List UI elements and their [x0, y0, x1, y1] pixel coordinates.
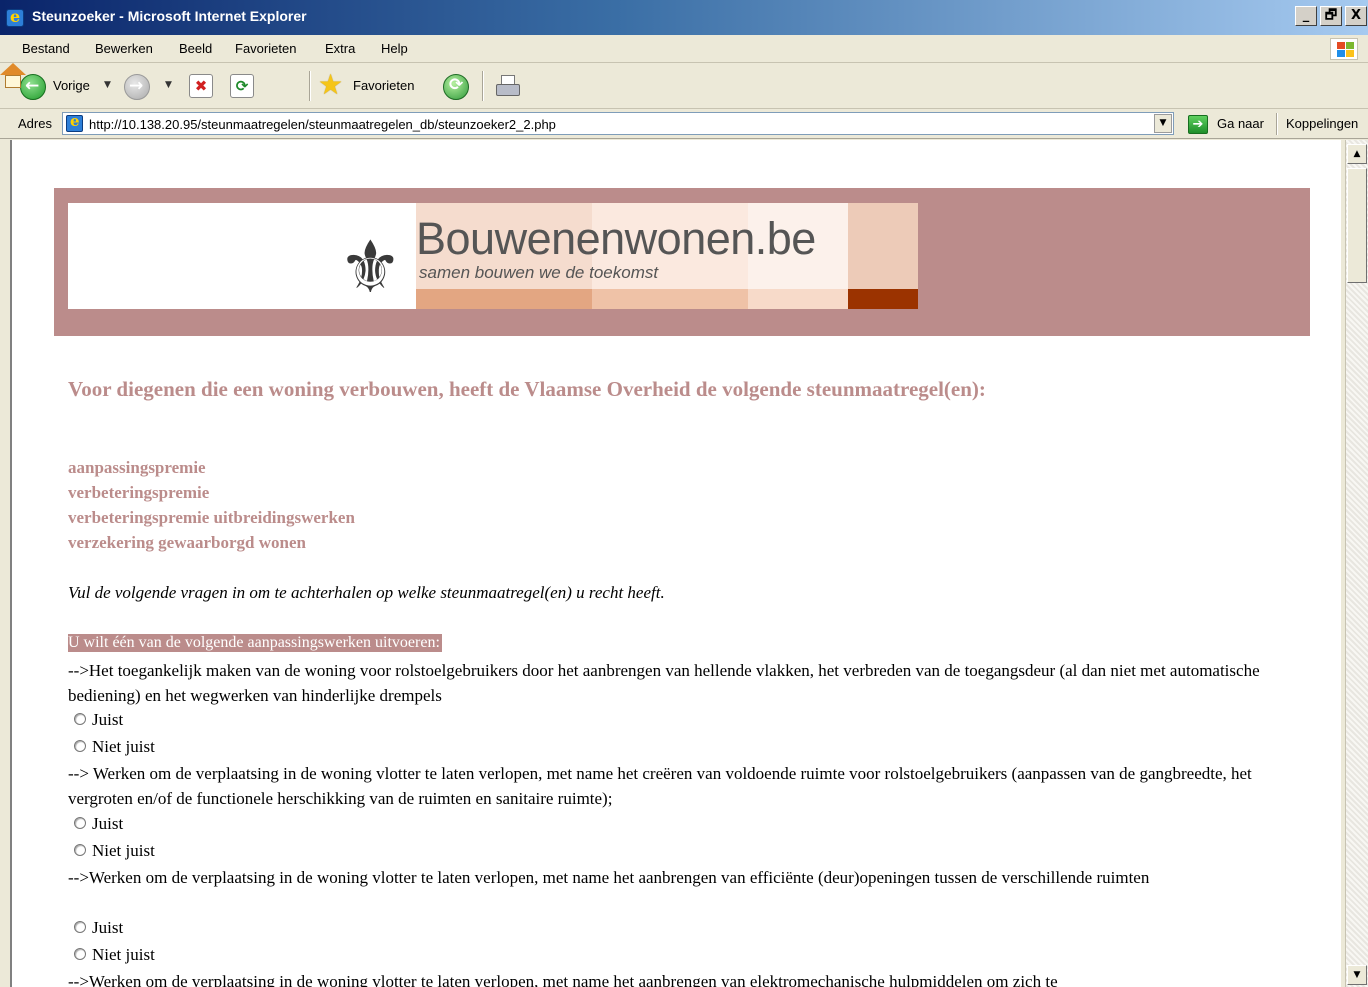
menu-extra[interactable]: Extra — [325, 41, 355, 56]
back-icon[interactable] — [20, 74, 46, 100]
radio-button[interactable] — [74, 817, 86, 829]
radio-option-niet-juist[interactable]: Niet juist — [74, 841, 155, 861]
intro-text: Vul de volgende vragen in om te achterha… — [68, 583, 665, 602]
radio-button[interactable] — [74, 921, 86, 933]
radio-label: Juist — [92, 918, 124, 937]
address-label: Adres — [18, 116, 52, 131]
question-text: -->Werken om de verplaatsing in de wonin… — [68, 868, 1150, 887]
radio-label: Niet juist — [92, 945, 155, 964]
title-bar[interactable]: Steunzoeker - Microsoft Internet Explore… — [0, 0, 1368, 35]
scroll-down-icon[interactable]: ▼ — [1347, 965, 1367, 985]
minimize-button[interactable]: _ — [1295, 6, 1317, 26]
question-text: -->Het toegankelijk maken van de woning … — [68, 661, 1260, 705]
radio-button[interactable] — [74, 713, 86, 725]
measure-link[interactable]: aanpassingspremie — [68, 458, 206, 478]
menu-beeld[interactable]: Beeld — [179, 41, 212, 56]
close-button[interactable]: X — [1345, 6, 1367, 26]
radio-option-niet-juist[interactable]: Niet juist — [74, 945, 155, 965]
forward-icon[interactable] — [124, 74, 150, 100]
page-icon — [66, 112, 83, 132]
favorites-icon[interactable]: ★ — [318, 71, 343, 99]
flemish-lion-logo-icon: ⚜ — [338, 225, 403, 309]
measure-link[interactable]: verzekering gewaarborgd wonen — [68, 533, 306, 553]
radio-option-juist[interactable]: Juist — [74, 710, 123, 730]
page-viewport[interactable]: ⚜ Bouwenenwonen.be samen bouwen we de to… — [10, 140, 1341, 987]
menu-bewerken[interactable]: Bewerken — [95, 41, 153, 56]
question-text: --> Werken om de verplaatsing in de woni… — [68, 764, 1252, 808]
brand-name: Bouwenenwonen.be — [416, 213, 816, 264]
go-button[interactable]: Ga naar — [1217, 116, 1264, 131]
address-dropdown-icon[interactable]: ▼ — [1154, 114, 1172, 133]
brand-tagline: samen bouwen we de toekomst — [419, 263, 659, 282]
address-input[interactable]: http://10.138.20.95/steunmaatregelen/ste… — [62, 112, 1174, 135]
measure-link[interactable]: verbeteringspremie uitbreidingswerken — [68, 508, 355, 528]
links-separator — [1276, 113, 1278, 135]
site-banner: ⚜ Bouwenenwonen.be samen bouwen we de to… — [54, 188, 1310, 336]
refresh-icon[interactable]: ⟳ — [230, 74, 254, 98]
restore-button[interactable]: 🗗 — [1320, 6, 1342, 26]
radio-label: Niet juist — [92, 737, 155, 756]
radio-button[interactable] — [74, 844, 86, 856]
back-dropdown-icon[interactable]: ▼ — [104, 80, 111, 90]
address-url[interactable]: http://10.138.20.95/steunmaatregelen/ste… — [89, 117, 556, 132]
toolbar-separator — [482, 71, 484, 101]
banner-logo-area: ⚜ Bouwenenwonen.be samen bouwen we de to… — [68, 203, 918, 309]
history-icon[interactable] — [443, 74, 469, 100]
radio-label: Juist — [92, 814, 124, 833]
scroll-up-icon[interactable]: ▲ — [1347, 144, 1367, 164]
forward-dropdown-icon[interactable]: ▼ — [165, 80, 172, 90]
window-title: Steunzoeker - Microsoft Internet Explore… — [32, 8, 307, 24]
toolbar-separator — [309, 71, 311, 101]
radio-option-niet-juist[interactable]: Niet juist — [74, 737, 155, 757]
menu-bestand[interactable]: Bestand — [22, 41, 70, 56]
radio-label: Juist — [92, 710, 124, 729]
radio-label: Niet juist — [92, 841, 155, 860]
menu-help[interactable]: Help — [381, 41, 408, 56]
ie-icon — [6, 7, 24, 27]
windows-logo-icon — [1330, 38, 1358, 60]
question-text: -->Werken om de verplaatsing in de wonin… — [68, 972, 1058, 987]
radio-option-juist[interactable]: Juist — [74, 918, 123, 938]
toolbar: Vorige ▼ ▼ ✖ ⟳ ★ Favorieten — [0, 63, 1368, 109]
radio-button[interactable] — [74, 740, 86, 752]
vertical-scrollbar[interactable]: ▲ ▼ — [1345, 140, 1368, 987]
page-heading: Voor diegenen die een woning verbouwen, … — [68, 377, 986, 401]
back-button-label[interactable]: Vorige — [53, 78, 90, 93]
go-arrow-icon[interactable]: ➔ — [1188, 115, 1208, 134]
menu-favorieten[interactable]: Favorieten — [235, 41, 296, 56]
scroll-thumb[interactable] — [1347, 168, 1367, 283]
radio-option-juist[interactable]: Juist — [74, 814, 123, 834]
menu-bar: Bestand Bewerken Beeld Favorieten Extra … — [0, 35, 1368, 63]
radio-button[interactable] — [74, 948, 86, 960]
address-bar: Adres http://10.138.20.95/steunmaatregel… — [0, 109, 1368, 139]
section-heading: U wilt één van de volgende aanpassingswe… — [68, 634, 442, 652]
print-icon[interactable] — [494, 75, 522, 99]
measure-link[interactable]: verbeteringspremie — [68, 483, 209, 503]
links-button[interactable]: Koppelingen — [1286, 116, 1358, 131]
stop-icon[interactable]: ✖ — [189, 74, 213, 98]
favorites-button-label[interactable]: Favorieten — [353, 78, 414, 93]
